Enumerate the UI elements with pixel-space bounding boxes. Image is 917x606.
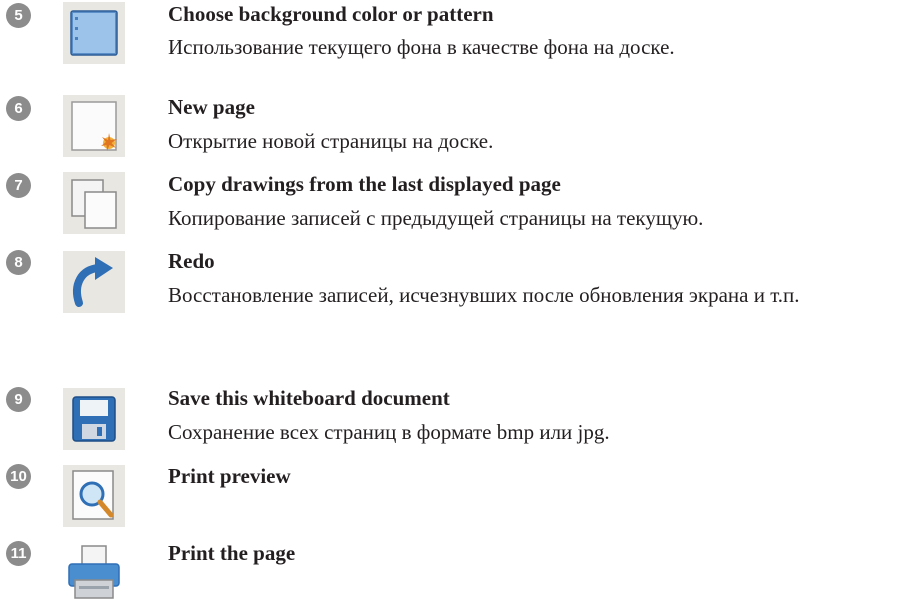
step-number-badge: 5 — [6, 3, 31, 28]
item-title: Redo — [168, 249, 215, 273]
item-title: New page — [168, 95, 255, 119]
item-title: Save this whiteboard document — [168, 386, 450, 410]
step-number-badge: 9 — [6, 387, 31, 412]
save-icon — [63, 388, 125, 450]
item-description: Открытие новой страницы на доске. — [168, 129, 494, 153]
printer-icon — [63, 542, 125, 604]
new-page-icon — [63, 95, 125, 157]
step-number-badge: 8 — [6, 250, 31, 275]
item-title: Copy drawings from the last displayed pa… — [168, 172, 561, 196]
item-description: Использование текущего фона в качестве ф… — [168, 35, 675, 59]
step-number-badge: 11 — [6, 541, 31, 566]
redo-icon — [63, 251, 125, 313]
step-number-badge: 10 — [6, 464, 31, 489]
item-description: Копирование записей с предыдущей страниц… — [168, 206, 704, 230]
print-preview-icon — [63, 465, 125, 527]
background-color-icon — [63, 2, 125, 64]
item-description: Сохранение всех страниц в формате bmp ил… — [168, 420, 610, 444]
item-description: Восстановление записей, исчезнувших посл… — [168, 283, 800, 307]
item-title: Choose background color or pattern — [168, 2, 494, 26]
step-number-badge: 7 — [6, 173, 31, 198]
item-title: Print the page — [168, 541, 296, 565]
step-number-badge: 6 — [6, 96, 31, 121]
copy-pages-icon — [63, 172, 125, 234]
item-title: Print preview — [168, 464, 291, 488]
